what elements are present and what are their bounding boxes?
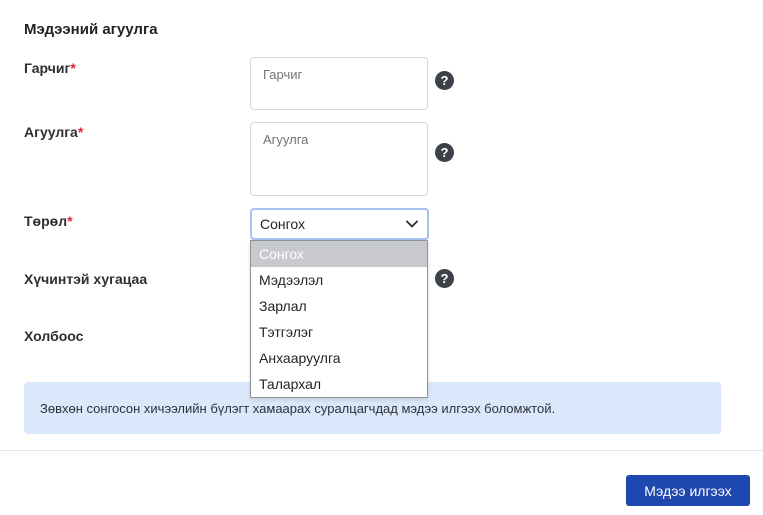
type-label-text: Төрөл (24, 213, 68, 229)
type-dropdown-list: Сонгох Мэдээлэл Зарлал Тэтгэлэг Анхааруу… (250, 240, 428, 398)
dropdown-option[interactable]: Зарлал (251, 293, 427, 319)
footer-divider (0, 450, 763, 451)
dropdown-option[interactable]: Сонгох (251, 241, 427, 267)
info-message-text: Зөвхөн сонгосон хичээлийн бүлэгт хамаара… (40, 400, 556, 416)
dropdown-option[interactable]: Талархал (251, 371, 427, 397)
dropdown-option[interactable]: Анхааруулга (251, 345, 427, 371)
validity-help-icon[interactable]: ? (435, 269, 454, 288)
dropdown-option[interactable]: Тэтгэлэг (251, 319, 427, 345)
title-input[interactable] (250, 57, 428, 110)
content-help-icon[interactable]: ? (435, 143, 454, 162)
title-label: Гарчиг* (24, 60, 76, 76)
required-mark: * (77, 124, 84, 140)
content-label-text: Агуулга (24, 124, 78, 140)
title-label-text: Гарчиг (24, 60, 71, 76)
title-help-icon[interactable]: ? (435, 71, 454, 90)
type-label: Төрөл* (24, 213, 73, 229)
required-mark: * (70, 60, 76, 76)
section-title: Мэдээний агуулга (24, 21, 158, 38)
send-news-button[interactable]: Мэдээ илгээх (626, 475, 750, 506)
required-mark: * (67, 213, 73, 229)
type-select-value: Сонгох (260, 216, 306, 232)
type-select[interactable]: Сонгох (250, 208, 429, 240)
chevron-down-icon (405, 217, 419, 231)
dropdown-option[interactable]: Мэдээлэл (251, 267, 427, 293)
link-label: Холбоос (24, 328, 84, 344)
validity-label: Хүчинтэй хугацаа (24, 271, 148, 287)
content-label: Агуулга* (24, 124, 83, 140)
content-input[interactable] (250, 122, 428, 196)
